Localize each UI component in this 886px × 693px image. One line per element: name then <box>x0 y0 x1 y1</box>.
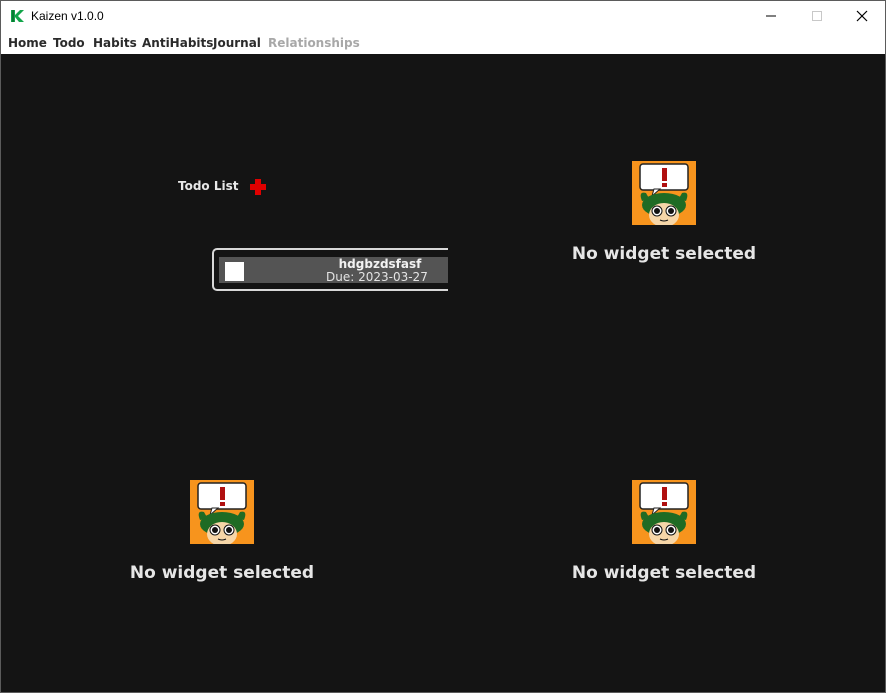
close-icon <box>856 10 868 22</box>
menu-todo[interactable]: Todo <box>53 36 85 50</box>
warning-character-icon <box>632 161 696 225</box>
todo-item-due: Due: 2023-03-27 <box>326 270 428 284</box>
todo-item-card: hdgbzdsfasf Due: 2023-03-27 <box>212 248 448 291</box>
empty-widget-slot: No widget selected <box>544 161 784 264</box>
app-window: Kaizen v1.0.0 Home Todo Habits AntiHabit… <box>0 0 886 693</box>
close-button[interactable] <box>839 1 885 31</box>
warning-character-icon <box>632 480 696 544</box>
menu-journal[interactable]: Journal <box>213 36 261 50</box>
todo-item-name: hdgbzdsfasf <box>338 257 422 271</box>
empty-widget-slot: No widget selected <box>544 480 784 583</box>
maximize-button[interactable] <box>794 1 840 31</box>
empty-widget-slot: No widget selected <box>102 480 342 583</box>
menu-habits[interactable]: Habits <box>93 36 137 50</box>
warning-character-icon <box>190 480 254 544</box>
no-widget-label: No widget selected <box>129 563 315 583</box>
todo-list-title: Todo List <box>178 179 239 193</box>
no-widget-label: No widget selected <box>571 244 757 264</box>
minimize-button[interactable] <box>748 1 794 31</box>
menu-relationships: Relationships <box>268 36 360 50</box>
minimize-icon <box>766 15 776 17</box>
no-widget-label: No widget selected <box>571 563 757 583</box>
maximize-icon <box>812 11 822 21</box>
plus-icon[interactable] <box>249 178 267 196</box>
dashboard: Todo List hdgbzdsfasf Due: 2023-03-27 No… <box>1 54 885 692</box>
window-title: Kaizen v1.0.0 <box>31 9 104 23</box>
menu-bar: Home Todo Habits AntiHabits Journal Rela… <box>1 31 885 54</box>
title-bar[interactable]: Kaizen v1.0.0 <box>1 1 885 31</box>
kaizen-logo-icon <box>11 10 24 22</box>
menu-antihabits[interactable]: AntiHabits <box>142 36 213 50</box>
todo-checkbox[interactable] <box>225 262 244 281</box>
todo-item[interactable]: hdgbzdsfasf Due: 2023-03-27 <box>219 257 448 284</box>
menu-home[interactable]: Home <box>8 36 47 50</box>
